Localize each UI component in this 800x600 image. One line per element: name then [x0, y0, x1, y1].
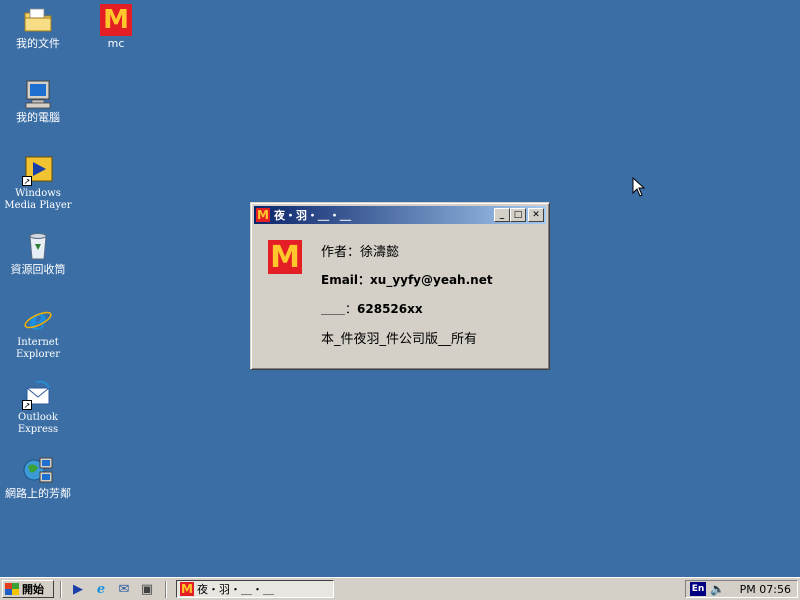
- quicklaunch-media-player-icon[interactable]: ▶: [70, 582, 86, 598]
- folder-icon: [22, 4, 54, 36]
- about-dialog-window: M 夜・羽・＿・＿ _ □ ✕ M 作者：徐濤懿 Email：xu_yyfy@y…: [250, 202, 550, 370]
- desktop-icon-label: 網路上的芳鄰: [5, 487, 71, 500]
- start-label: 開始: [22, 583, 44, 596]
- minimize-button[interactable]: _: [494, 208, 510, 222]
- copyright-text: 本_件夜羽_件公司版__所有: [321, 332, 478, 347]
- clock[interactable]: PM 07:56: [740, 583, 791, 596]
- mcdonalds-logo-icon: M: [256, 208, 270, 222]
- quicklaunch-show-desktop-icon[interactable]: ▣: [139, 582, 155, 598]
- desktop-icon-label: Windows Media Player: [4, 188, 72, 211]
- desktop-icon-network[interactable]: 網路上的芳鄰: [0, 454, 76, 500]
- language-indicator[interactable]: En: [690, 582, 706, 596]
- desktop-icon-label: Outlook Express: [17, 412, 59, 435]
- taskbar-separator: [60, 581, 62, 598]
- desktop-icon-recycle-bin[interactable]: 資源回收筒: [0, 230, 76, 276]
- desktop-icon-my-documents[interactable]: 我的文件: [0, 4, 76, 50]
- desktop-icon-internet-explorer[interactable]: e Internet Explorer: [0, 303, 76, 361]
- desktop-icon-label: 我的電腦: [16, 111, 60, 124]
- window-content: M 作者：徐濤懿 Email：xu_yyfy@yeah.net ＿＿：62852…: [254, 227, 546, 366]
- shortcut-arrow-icon: ↗: [22, 176, 32, 186]
- taskbar-separator: [165, 581, 167, 598]
- desktop-icon-mc[interactable]: M mc: [78, 4, 154, 50]
- mcdonalds-logo-icon: M: [180, 582, 194, 596]
- window-titlebar[interactable]: M 夜・羽・＿・＿ _ □ ✕: [254, 206, 546, 224]
- email-value: xu_yyfy@yeah.net: [370, 273, 493, 287]
- volume-icon[interactable]: 🔈: [710, 582, 725, 596]
- quicklaunch-outlook-icon[interactable]: ✉: [116, 582, 132, 598]
- mouse-cursor-icon: [632, 177, 646, 197]
- computer-icon: [22, 78, 54, 110]
- desktop-icon-label: 我的文件: [16, 37, 60, 50]
- internet-explorer-icon: e: [22, 303, 54, 336]
- taskbar-window-label: 夜・羽・＿・＿: [197, 583, 274, 596]
- system-tray: En 🔈 PM 07:56: [685, 580, 798, 598]
- desktop-icon-label: mc: [107, 37, 125, 50]
- taskbar: 開始 ▶ e ✉ ▣ M 夜・羽・＿・＿ En 🔈 PM 07:56: [0, 577, 800, 600]
- svg-text:e: e: [29, 303, 47, 335]
- mcdonalds-logo-icon: M: [268, 240, 302, 275]
- qq-value: 628526xx: [357, 302, 423, 316]
- maximize-button[interactable]: □: [510, 208, 526, 222]
- shortcut-arrow-icon: ↗: [22, 400, 32, 410]
- qq-label: ＿＿：: [321, 302, 358, 316]
- start-button[interactable]: 開始: [2, 580, 54, 598]
- desktop-icon-label: Internet Explorer: [15, 337, 61, 360]
- quicklaunch-ie-icon[interactable]: e: [93, 582, 109, 598]
- email-line: Email：xu_yyfy@yeah.net: [321, 271, 493, 288]
- desktop-icon-my-computer[interactable]: 我的電腦: [0, 78, 76, 124]
- recycle-bin-icon: [22, 230, 54, 262]
- network-neighborhood-icon: [22, 454, 54, 486]
- outlook-express-icon: ↗: [22, 378, 54, 410]
- author-text: 作者：徐濤懿: [321, 245, 400, 260]
- email-label: Email：: [321, 273, 371, 287]
- qq-line: ＿＿：628526xx: [321, 300, 423, 317]
- window-title: 夜・羽・＿・＿: [274, 209, 351, 222]
- windows-logo-icon: [5, 583, 19, 595]
- taskbar-window-button[interactable]: M 夜・羽・＿・＿: [176, 580, 334, 598]
- mcdonalds-logo-icon: M: [100, 4, 132, 36]
- media-player-icon: ↗: [22, 154, 54, 186]
- desktop: 我的文件 M mc 我的電腦 ↗ Windows Media Player 資源…: [0, 0, 800, 577]
- desktop-icon-label: 資源回收筒: [10, 263, 66, 276]
- desktop-icon-outlook-express[interactable]: ↗ Outlook Express: [0, 378, 76, 436]
- desktop-icon-media-player[interactable]: ↗ Windows Media Player: [0, 154, 76, 212]
- close-button[interactable]: ✕: [528, 208, 544, 222]
